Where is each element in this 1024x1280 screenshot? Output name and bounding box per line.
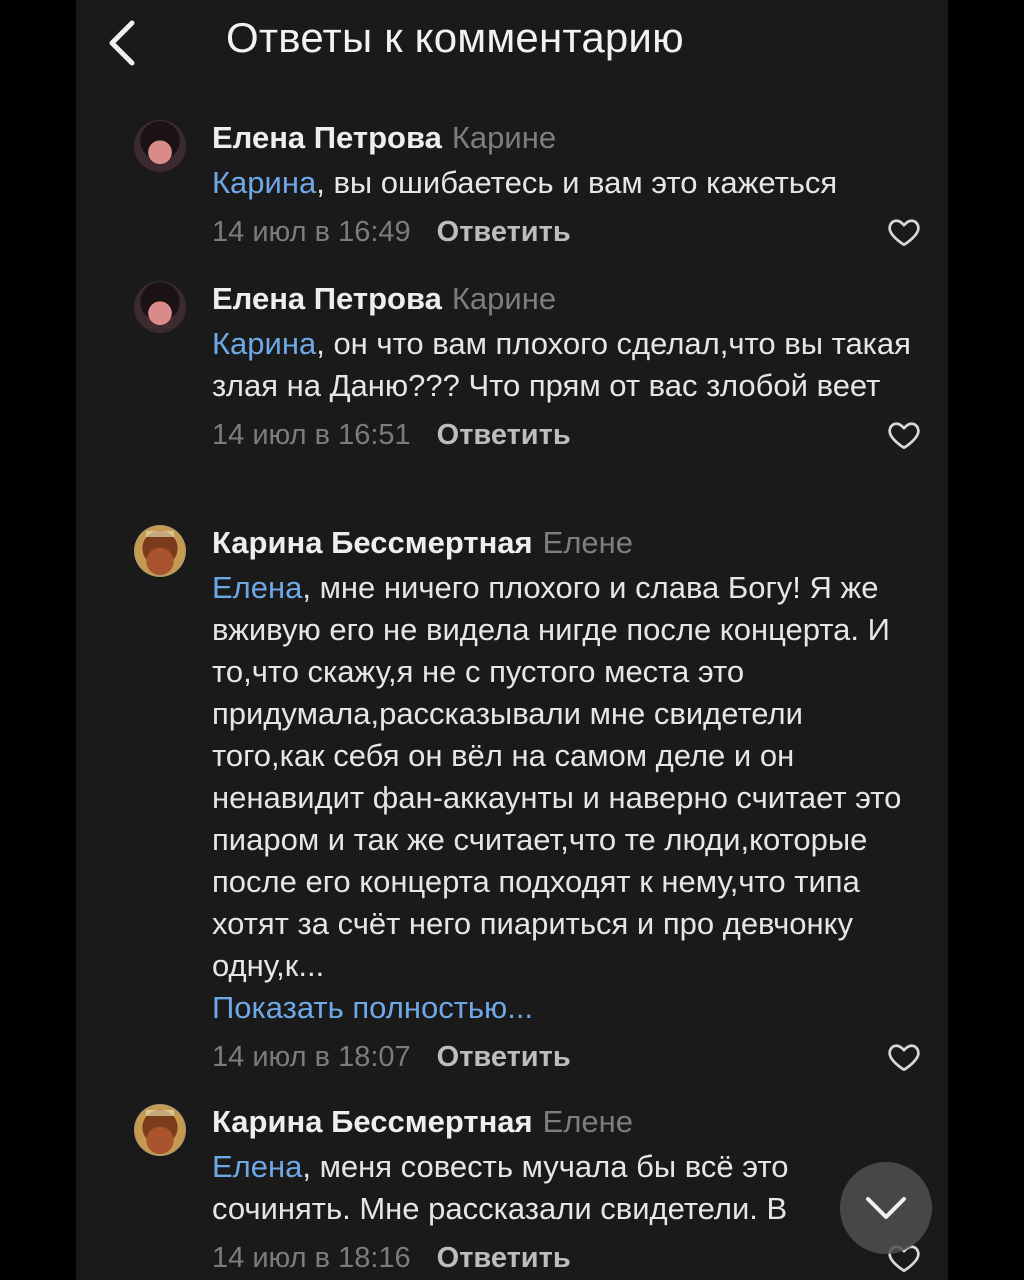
avatar[interactable] — [134, 281, 186, 333]
reply-button[interactable]: Ответить — [437, 1242, 571, 1274]
comment-text: Елена, меня совесть мучала бы всё это со… — [212, 1149, 789, 1226]
comment-date: 14 июл в 16:49 — [212, 216, 411, 248]
comment-meta: 14 июл в 18:16 Ответить — [212, 1236, 920, 1280]
comment-date: 14 июл в 18:07 — [212, 1041, 411, 1073]
mention-link[interactable]: Елена — [212, 1149, 302, 1184]
reply-button[interactable]: Ответить — [437, 419, 571, 451]
comments-panel: Ответы к комментарию Елена Петрова Карине… — [76, 0, 948, 1280]
back-button[interactable] — [96, 18, 146, 68]
reply-button[interactable]: Ответить — [437, 216, 571, 248]
comment-text: Карина, он что вам плохого сделал,что вы… — [212, 326, 911, 403]
header: Ответы к комментарию — [76, 0, 948, 90]
heart-icon — [888, 422, 920, 450]
reply-to-label: Елене — [542, 525, 634, 560]
comment-date: 14 июл в 16:51 — [212, 419, 411, 451]
reply-to-label: Карине — [451, 120, 557, 155]
mention-link[interactable]: Карина — [212, 165, 316, 200]
like-button[interactable] — [886, 1039, 922, 1075]
avatar[interactable] — [134, 120, 186, 172]
like-button[interactable] — [886, 214, 922, 250]
show-more-link[interactable]: Показать полностью... — [212, 987, 912, 1029]
reply-button[interactable]: Ответить — [437, 1041, 571, 1073]
avatar[interactable] — [134, 1104, 186, 1156]
comment-date: 14 июл в 18:16 — [212, 1242, 411, 1274]
heart-icon — [888, 219, 920, 247]
mention-link[interactable]: Карина — [212, 326, 316, 361]
comment-meta: 14 июл в 16:49 Ответить — [212, 210, 920, 254]
page-title: Ответы к комментарию — [226, 14, 684, 61]
chevron-left-icon — [109, 20, 135, 66]
mention-link[interactable]: Елена — [212, 570, 302, 605]
comment-text: Елена, мне ничего плохого и слава Богу! … — [212, 570, 902, 983]
reply-to-label: Елене — [542, 1104, 634, 1139]
comment-meta: 14 июл в 18:07 Ответить — [212, 1035, 920, 1079]
reply-to-label: Карине — [451, 281, 557, 316]
comment-meta: 14 июл в 16:51 Ответить — [212, 413, 920, 457]
comment-author[interactable]: Елена Петрова — [212, 281, 442, 316]
heart-icon — [888, 1044, 920, 1072]
avatar[interactable] — [134, 525, 186, 577]
comment-text: Карина, вы ошибаетесь и вам это кажеться — [212, 165, 838, 200]
scroll-down-button[interactable] — [840, 1162, 932, 1254]
comment-author[interactable]: Карина Бессмертная — [212, 1104, 533, 1139]
chevron-down-icon — [866, 1197, 906, 1219]
comment-author[interactable]: Елена Петрова — [212, 120, 442, 155]
like-button[interactable] — [886, 417, 922, 453]
comment-author[interactable]: Карина Бессмертная — [212, 525, 533, 560]
